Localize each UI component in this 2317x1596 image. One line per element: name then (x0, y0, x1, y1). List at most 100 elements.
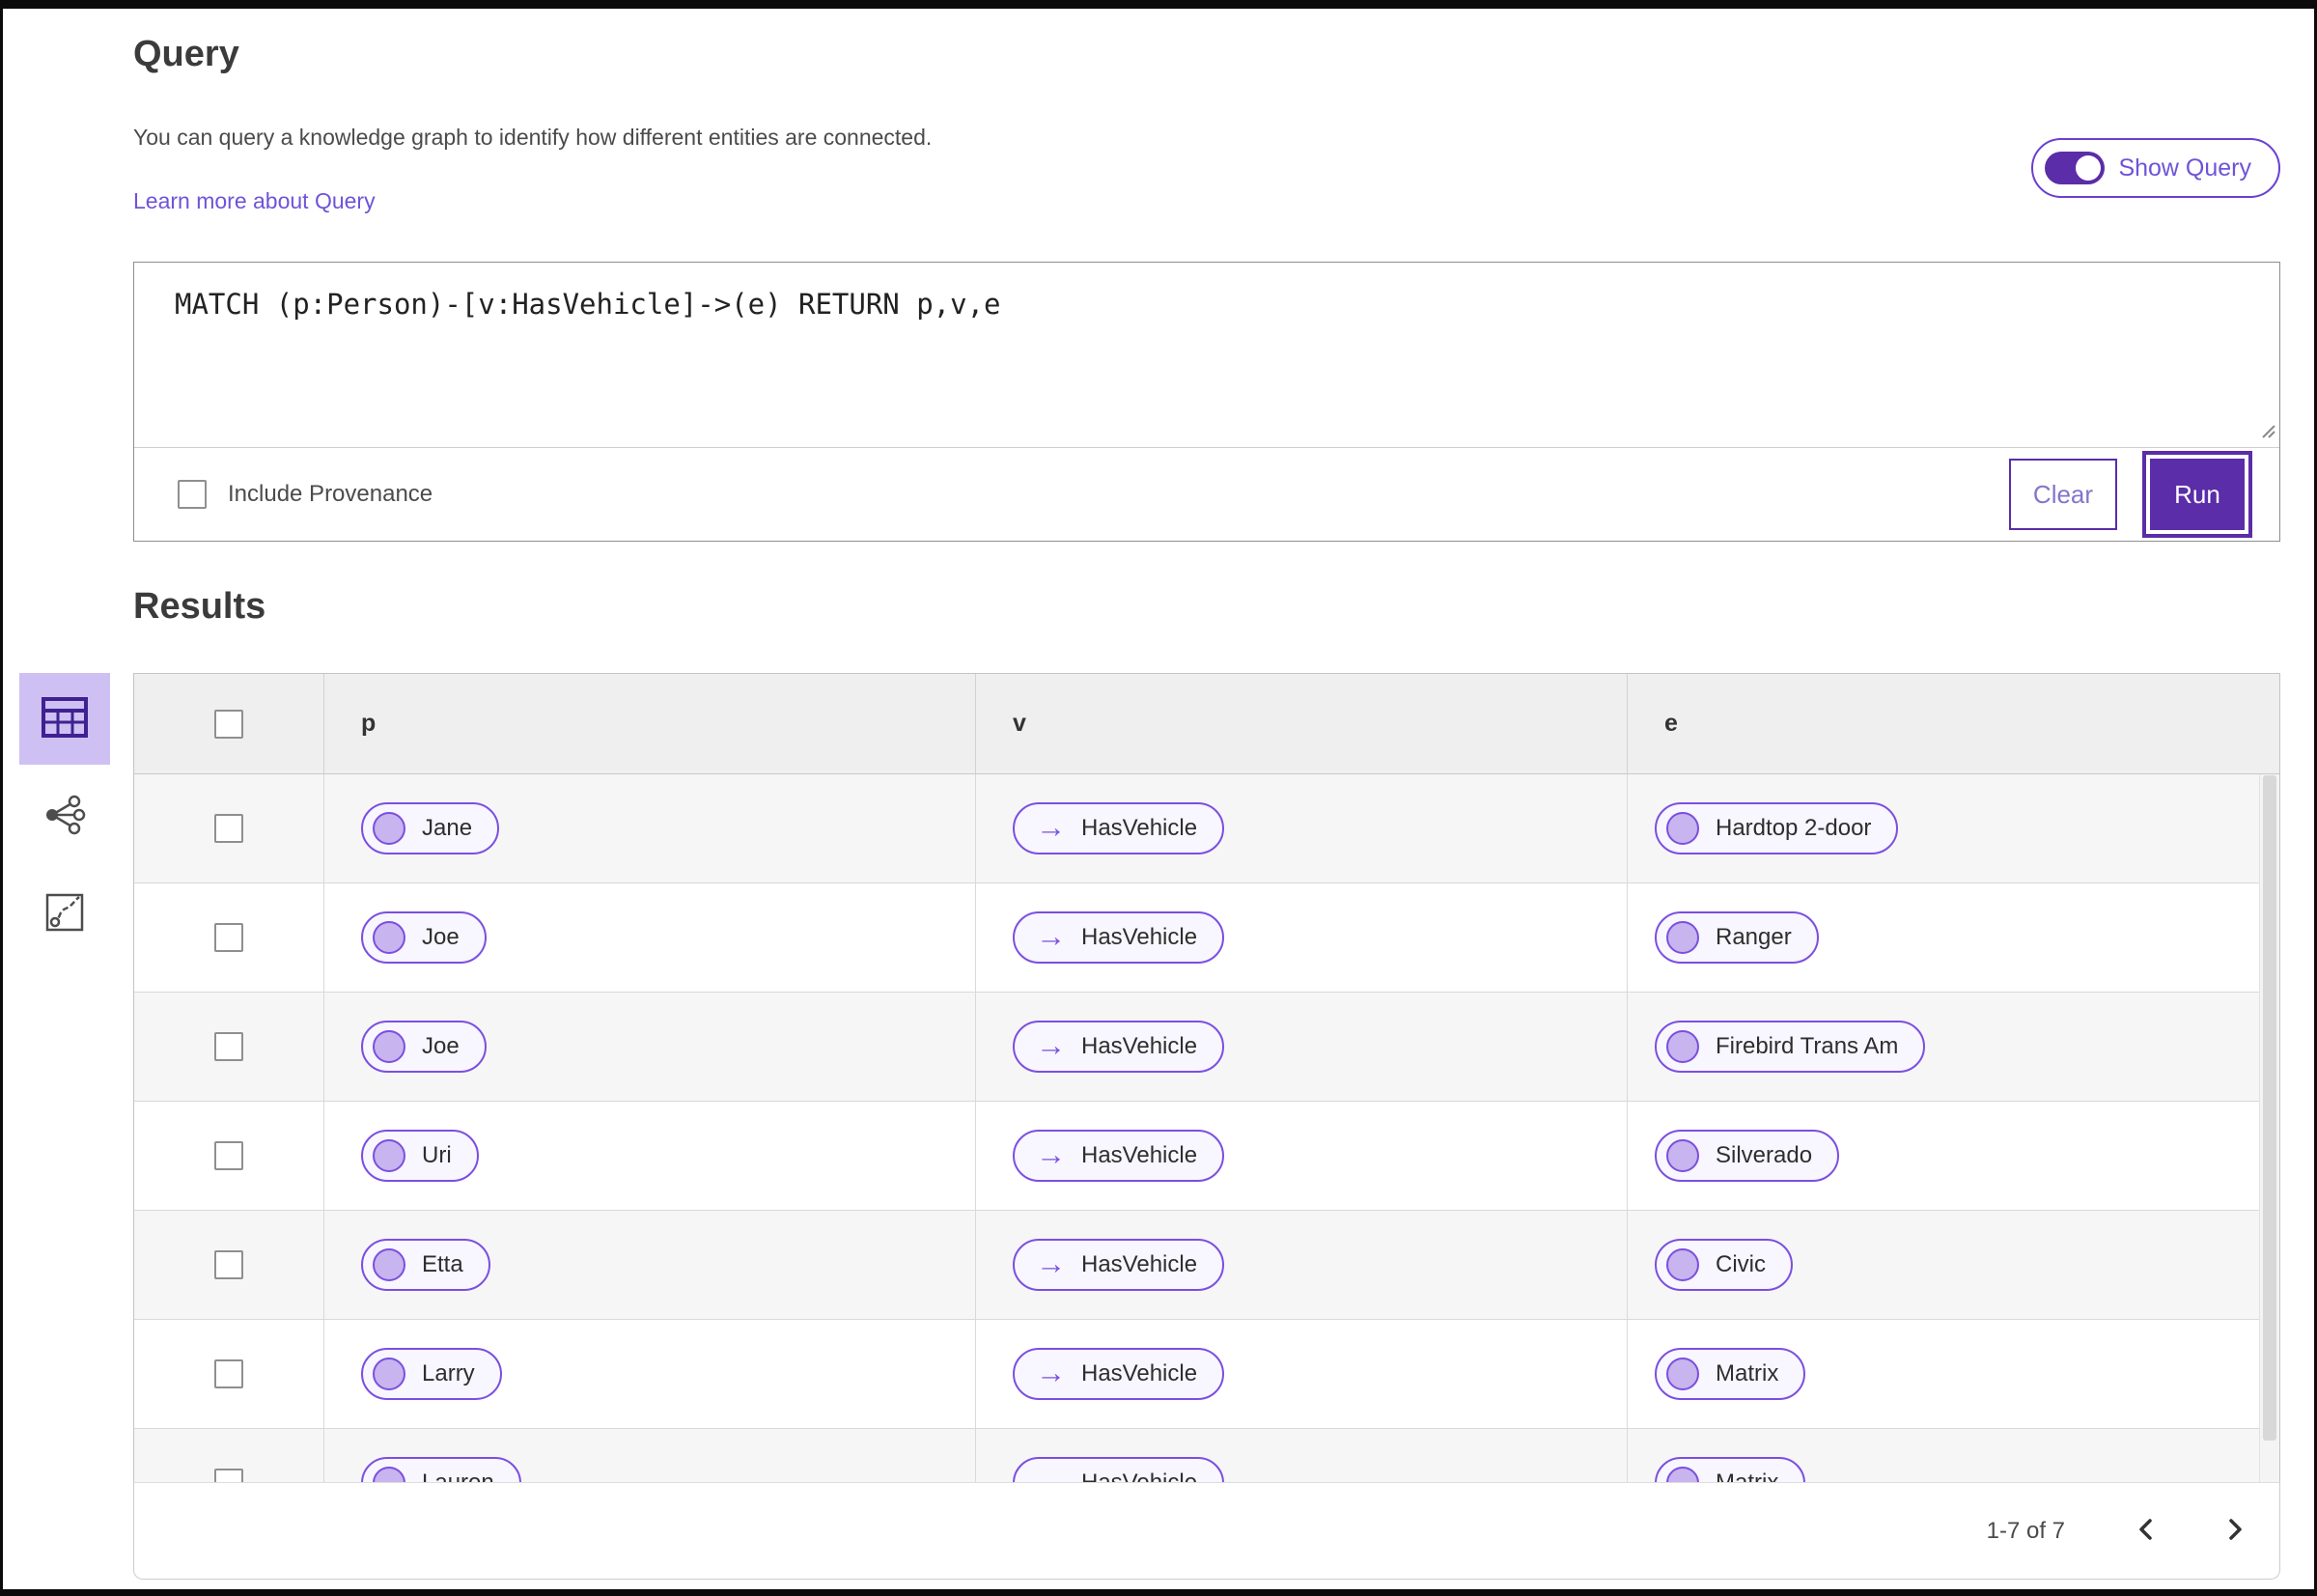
relationship-label: HasVehicle (1081, 1033, 1198, 1059)
entity-label: Larry (422, 1360, 475, 1386)
results-table: p v e Jane → HasVehicle Hardtop 2-door J… (133, 673, 2280, 1482)
relationship-pill[interactable]: → HasVehicle (1013, 1021, 1225, 1073)
view-table-button[interactable] (19, 673, 110, 765)
query-editor-panel: MATCH (p:Person)-[v:HasVehicle]->(e) RET… (133, 262, 2280, 542)
entity-label: Firebird Trans Am (1716, 1033, 1899, 1059)
relationship-pill[interactable]: → HasVehicle (1013, 1239, 1225, 1291)
row-checkbox[interactable] (214, 1250, 243, 1279)
cell-v: → HasVehicle (976, 1211, 1628, 1319)
node-icon (1666, 1358, 1699, 1390)
include-provenance-label: Include Provenance (228, 481, 433, 507)
view-chart-button[interactable] (19, 868, 110, 960)
results-title: Results (133, 586, 266, 627)
entity-pill[interactable]: Joe (361, 1021, 487, 1073)
cell-v: → HasVehicle (976, 993, 1628, 1101)
run-button[interactable]: Run (2150, 459, 2245, 530)
node-icon (373, 812, 405, 845)
view-graph-button[interactable] (19, 770, 110, 862)
entity-pill[interactable]: Ranger (1655, 911, 1819, 964)
scrollbar-thumb[interactable] (2263, 775, 2276, 1442)
cell-e: Firebird Trans Am (1628, 993, 2279, 1101)
prev-page-button[interactable] (2125, 1510, 2167, 1553)
row-checkbox[interactable] (214, 1141, 243, 1170)
cell-e: Matrix (1628, 1429, 2279, 1482)
entity-pill[interactable]: Uri (361, 1130, 479, 1182)
row-checkbox[interactable] (214, 1469, 243, 1482)
node-icon (1666, 1030, 1699, 1063)
table-row: Lauren → HasVehicle Matrix (134, 1429, 2279, 1482)
entity-label: Matrix (1716, 1470, 1778, 1482)
column-header-p[interactable]: p (324, 674, 976, 773)
entity-pill[interactable]: Jane (361, 802, 500, 854)
learn-more-link[interactable]: Learn more about Query (133, 188, 376, 214)
cell-v: → HasVehicle (976, 1102, 1628, 1210)
toggle-knob (2076, 155, 2102, 181)
node-icon (373, 1467, 405, 1482)
row-checkbox[interactable] (214, 1359, 243, 1388)
node-icon (373, 1358, 405, 1390)
entity-label: Hardtop 2-door (1716, 815, 1872, 841)
row-checkbox[interactable] (214, 814, 243, 843)
column-header-e[interactable]: e (1628, 674, 2279, 773)
node-icon (1666, 812, 1699, 845)
next-page-button[interactable] (2214, 1510, 2256, 1553)
entity-pill[interactable]: Larry (361, 1348, 502, 1400)
include-provenance-checkbox[interactable] (178, 480, 207, 509)
entity-pill[interactable]: Matrix (1655, 1348, 1806, 1400)
cell-v: → HasVehicle (976, 774, 1628, 882)
entity-label: Uri (422, 1142, 452, 1168)
entity-label: Matrix (1716, 1360, 1779, 1386)
table-body: Jane → HasVehicle Hardtop 2-door Joe → H… (134, 774, 2279, 1482)
query-textarea[interactable]: MATCH (p:Person)-[v:HasVehicle]->(e) RET… (134, 263, 2279, 447)
row-checkbox[interactable] (214, 1032, 243, 1061)
cell-e: Hardtop 2-door (1628, 774, 2279, 882)
relationship-pill[interactable]: → HasVehicle (1013, 1457, 1225, 1483)
relationship-label: HasVehicle (1081, 924, 1198, 950)
resize-grip-icon[interactable] (2255, 418, 2276, 444)
query-description: You can query a knowledge graph to ident… (133, 125, 933, 150)
column-header-v[interactable]: v (976, 674, 1628, 773)
results-panel: p v e Jane → HasVehicle Hardtop 2-door J… (133, 673, 2280, 1580)
cell-v: → HasVehicle (976, 883, 1628, 992)
view-switcher (19, 673, 110, 966)
query-page: Query You can query a knowledge graph to… (3, 9, 2314, 1589)
relationship-label: HasVehicle (1081, 1142, 1198, 1168)
entity-pill[interactable]: Civic (1655, 1239, 1793, 1291)
relationship-pill[interactable]: → HasVehicle (1013, 802, 1225, 854)
entity-label: Jane (422, 815, 473, 841)
results-footer: 1-7 of 7 (133, 1482, 2280, 1580)
cell-p: Larry (324, 1320, 976, 1428)
relationship-pill[interactable]: → HasVehicle (1013, 1348, 1225, 1400)
clear-button[interactable]: Clear (2009, 459, 2117, 530)
show-query-toggle[interactable]: Show Query (2031, 138, 2280, 198)
query-editor: MATCH (p:Person)-[v:HasVehicle]->(e) RET… (134, 263, 2279, 448)
toggle-switch-icon[interactable] (2045, 152, 2106, 184)
select-all-checkbox[interactable] (214, 709, 243, 739)
entity-label: Ranger (1716, 924, 1792, 950)
node-icon (373, 1248, 405, 1281)
entity-label: Lauren (422, 1470, 494, 1482)
table-row: Etta → HasVehicle Civic (134, 1211, 2279, 1320)
entity-label: Joe (422, 1033, 460, 1059)
entity-pill[interactable]: Lauren (361, 1457, 521, 1482)
entity-pill[interactable]: Matrix (1655, 1457, 1806, 1482)
cell-e: Silverado (1628, 1102, 2279, 1210)
scrollbar[interactable] (2259, 774, 2279, 1482)
relationship-pill[interactable]: → HasVehicle (1013, 1130, 1225, 1182)
entity-pill[interactable]: Joe (361, 911, 487, 964)
relationship-label: HasVehicle (1081, 1470, 1197, 1482)
entity-pill[interactable]: Firebird Trans Am (1655, 1021, 1926, 1073)
entity-pill[interactable]: Etta (361, 1239, 490, 1291)
node-icon (1666, 1139, 1699, 1172)
entity-pill[interactable]: Hardtop 2-door (1655, 802, 1899, 854)
route-chart-icon (44, 892, 85, 936)
table-row: Larry → HasVehicle Matrix (134, 1320, 2279, 1429)
node-icon (373, 1139, 405, 1172)
arrow-right-icon: → (1036, 1355, 1066, 1389)
relationship-pill[interactable]: → HasVehicle (1013, 911, 1225, 964)
relationship-label: HasVehicle (1081, 815, 1198, 841)
arrow-right-icon: → (1036, 1136, 1066, 1171)
entity-pill[interactable]: Silverado (1655, 1130, 1840, 1182)
arrow-right-icon: → (1036, 1464, 1066, 1483)
row-checkbox[interactable] (214, 923, 243, 952)
